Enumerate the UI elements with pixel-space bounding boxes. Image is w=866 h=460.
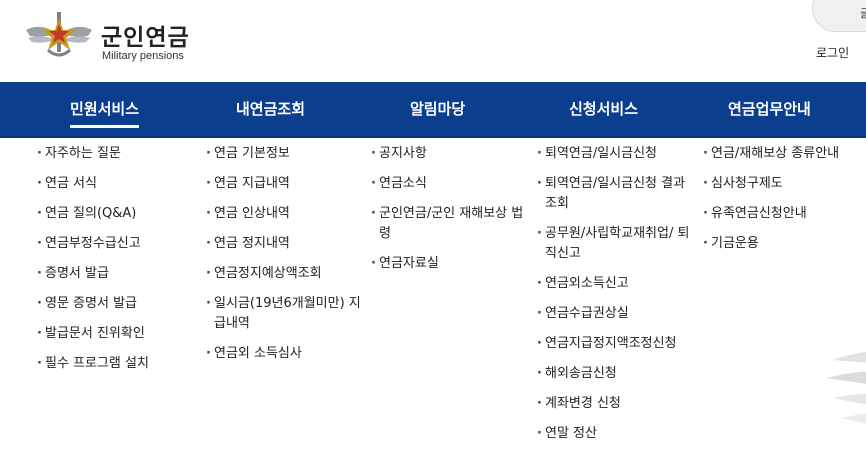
submenu-item[interactable]: 연금 정지내역	[206, 234, 364, 254]
submenu-notice: 공지사항 연금소식 군인연금/군인 재해보상 법령 연금자료실	[371, 144, 529, 284]
nav-guide[interactable]: 연금업무안내	[728, 82, 811, 136]
submenu-item[interactable]: 연금지급정지액조정신청	[537, 334, 697, 354]
nav-application[interactable]: 신청서비스	[569, 82, 638, 136]
submenu-item[interactable]: 연금소식	[371, 174, 529, 194]
nav-notice[interactable]: 알림마당	[410, 82, 465, 136]
submenu-item[interactable]: 퇴역연금/일시금신청	[537, 144, 697, 164]
submenu-item[interactable]: 자주하는 질문	[37, 144, 187, 164]
submenu-item[interactable]: 계좌변경 신청	[537, 394, 697, 414]
font-size-label: 글자	[860, 7, 866, 20]
login-link[interactable]: 로그인	[816, 44, 849, 61]
submenu-item[interactable]: 연금/재해보상 종류안내	[703, 144, 863, 164]
nav-civil-service[interactable]: 민원서비스	[70, 82, 140, 136]
submenu-item[interactable]: 군인연금/군인 재해보상 법령	[371, 204, 529, 244]
wing-decoration-icon	[826, 352, 866, 424]
submenu-item[interactable]: 연금정지예상액조회	[206, 264, 364, 284]
submenu-item[interactable]: 퇴역연금/일시금신청 결과조회	[537, 174, 697, 214]
submenu-item[interactable]: 기금운용	[703, 234, 863, 254]
submenu-item[interactable]: 필수 프로그램 설치	[37, 354, 187, 374]
submenu-item[interactable]: 연금 질의(Q&A)	[37, 204, 187, 224]
nav-my-pension[interactable]: 내연금조회	[236, 82, 305, 136]
submenu-item[interactable]: 공무원/사립학교재취업/ 퇴직신고	[537, 224, 697, 264]
emblem-icon	[26, 12, 92, 57]
submenu-item[interactable]: 유족연금신청안내	[703, 204, 863, 224]
logo-subtitle: Military pensions	[102, 50, 184, 62]
submenu-item[interactable]: 연금 기본정보	[206, 144, 364, 164]
logo-title: 군인연금	[101, 25, 190, 51]
main-nav: 민원서비스 내연금조회 알림마당 신청서비스 연금업무안내	[0, 82, 866, 138]
submenu-item[interactable]: 연말 정산	[537, 424, 697, 444]
font-size-button[interactable]: 글자	[812, 0, 866, 32]
submenu-item[interactable]: 연금자료실	[371, 254, 529, 274]
submenu-civil-service: 자주하는 질문 연금 서식 연금 질의(Q&A) 연금부정수급신고 증명서 발급…	[37, 144, 187, 384]
submenu-application: 퇴역연금/일시금신청 퇴역연금/일시금신청 결과조회 공무원/사립학교재취업/ …	[537, 144, 697, 454]
site-logo[interactable]: 군인연금 Military pensions	[24, 6, 204, 68]
submenu-item[interactable]: 일시금(19년6개월미만) 지급내역	[206, 294, 364, 334]
submenu-item[interactable]: 심사청구제도	[703, 174, 863, 194]
submenu-guide: 연금/재해보상 종류안내 심사청구제도 유족연금신청안내 기금운용	[703, 144, 863, 264]
submenu-item[interactable]: 발급문서 진위확인	[37, 324, 187, 344]
submenu-item[interactable]: 영문 증명서 발급	[37, 294, 187, 314]
submenu-item[interactable]: 연금외 소득심사	[206, 344, 364, 364]
submenu-item[interactable]: 연금 서식	[37, 174, 187, 194]
submenu-item[interactable]: 연금수급권상실	[537, 304, 697, 324]
submenu-item[interactable]: 연금 지급내역	[206, 174, 364, 194]
submenu-my-pension: 연금 기본정보 연금 지급내역 연금 인상내역 연금 정지내역 연금정지예상액조…	[206, 144, 364, 374]
submenu-item[interactable]: 공지사항	[371, 144, 529, 164]
submenu-item[interactable]: 해외송금신청	[537, 364, 697, 384]
submenu-item[interactable]: 증명서 발급	[37, 264, 187, 284]
submenu-item[interactable]: 연금부정수급신고	[37, 234, 187, 254]
submenu-item[interactable]: 연금 인상내역	[206, 204, 364, 224]
submenu-item[interactable]: 연금외소득신고	[537, 274, 697, 294]
header: 군인연금 Military pensions 글자 로그인	[0, 0, 866, 82]
